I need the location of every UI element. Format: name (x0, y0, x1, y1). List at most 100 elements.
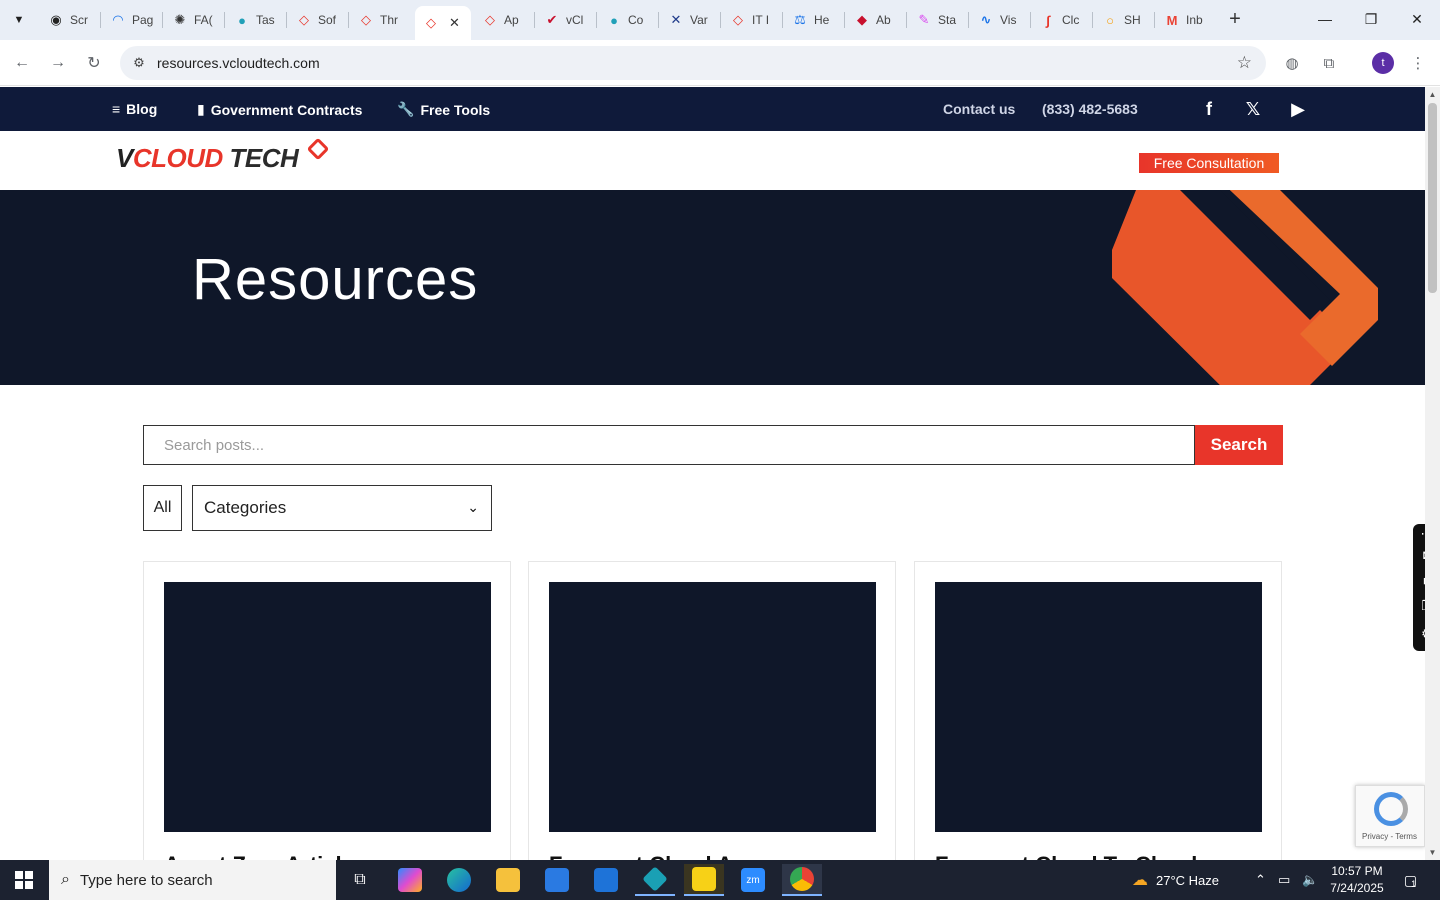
volume-icon[interactable]: 🔈 (1302, 860, 1318, 900)
post-thumbnail[interactable] (164, 582, 491, 832)
close-tab-icon[interactable]: ✕ (449, 15, 460, 31)
system-clock[interactable]: 10:57 PM 7/24/2025 (1325, 863, 1389, 897)
tab-label: Ap (504, 13, 519, 27)
tab-label: Var (690, 13, 708, 27)
page-scrollbar[interactable]: ▲ ▼ (1425, 87, 1440, 860)
restore-icon[interactable]: ❐ (1356, 8, 1386, 30)
copilot-icon[interactable] (390, 864, 430, 896)
post-card[interactable]: Agent Zero Artick... (143, 561, 511, 877)
store-icon[interactable] (537, 864, 577, 896)
tab-separator (1154, 12, 1155, 28)
post-card[interactable]: Frequent Cloud To Cloud... (914, 561, 1282, 877)
edge-icon[interactable] (439, 864, 479, 896)
browser-tab[interactable]: ✔ vCl (536, 6, 594, 34)
site-settings-icon[interactable]: ⚙ (130, 54, 148, 72)
back-icon[interactable]: ← (10, 51, 34, 75)
browser-tab[interactable]: ◇ Thr (350, 6, 408, 34)
scroll-up-icon[interactable]: ▲ (1428, 89, 1437, 99)
free-consultation-button[interactable]: Free Consultation (1139, 153, 1279, 173)
task-view-icon[interactable]: ⧉ (340, 864, 380, 896)
tray-chevron-up-icon[interactable]: ⌃ (1255, 860, 1266, 900)
browser-tab[interactable]: ◠ Pag (102, 6, 160, 34)
recaptcha-privacy-terms[interactable]: Privacy - Terms (1362, 832, 1417, 841)
notification-center-icon[interactable]: ▢ 1 (1398, 868, 1422, 892)
browser-tab[interactable]: ◉ Scr (40, 6, 98, 34)
close-window-icon[interactable]: ✕ (1402, 8, 1432, 30)
nav-free-tools-link[interactable]: 🔧 Free Tools (397, 101, 490, 118)
tab-label: Clc (1062, 13, 1080, 27)
zoom-icon[interactable]: zm (733, 864, 773, 896)
new-tab-button[interactable]: + (1224, 8, 1246, 30)
weather-text: 27°C Haze (1156, 872, 1220, 888)
mail-icon[interactable] (586, 864, 626, 896)
x-twitter-icon[interactable]: 𝕏 (1240, 96, 1266, 122)
nav-blog-link[interactable]: ≡ Blog (112, 101, 157, 117)
sticky-notes-icon[interactable] (684, 864, 724, 896)
contact-us-link[interactable]: Contact us (943, 101, 1015, 117)
extensions-icon[interactable]: ⧉ (1317, 51, 1341, 75)
categories-select[interactable]: Categories ⌄ (192, 485, 492, 531)
windows-start-icon[interactable] (0, 860, 48, 900)
browser-tab[interactable]: ✕ Var (660, 6, 718, 34)
browser-tab[interactable]: ● Co (598, 6, 656, 34)
windows-taskbar: ⌕ Type here to search ⧉ zm ☁ 27°C Haze ⌃… (0, 860, 1440, 900)
recaptcha-icon (1374, 792, 1408, 826)
tab-search-chevron-icon[interactable]: ▼ (6, 8, 32, 32)
search-button[interactable]: Search (1195, 425, 1283, 465)
browser-tab[interactable]: ✺ FA( (164, 6, 222, 34)
post-thumbnail[interactable] (935, 582, 1262, 832)
taskbar-search-box[interactable]: ⌕ Type here to search (49, 860, 336, 900)
nav-gov-label: Government Contracts (210, 101, 363, 118)
post-card[interactable]: Frequent Cloud Acce... (528, 561, 896, 877)
tab-favicon-icon: ○ (1106, 12, 1114, 28)
url-text[interactable]: resources.vcloudtech.com (157, 55, 320, 71)
filter-all-button[interactable]: All (143, 485, 182, 531)
profile-avatar[interactable]: t (1372, 52, 1394, 74)
recaptcha-badge[interactable]: Privacy - Terms (1355, 785, 1425, 847)
browser-tab[interactable]: ∿ Vis (970, 6, 1028, 34)
browser-tab[interactable]: ◇ Ap (474, 6, 532, 34)
site-logo[interactable]: VCLOUD TECH (116, 143, 299, 174)
scrollbar-thumb[interactable] (1428, 103, 1437, 293)
browser-tab[interactable]: ◇ Sof (288, 6, 346, 34)
browser-tab[interactable]: ◇ ✕ (415, 6, 471, 40)
nav-gov-contracts-link[interactable]: ▮ Government Contracts (197, 101, 362, 118)
minimize-icon[interactable]: — (1310, 8, 1340, 30)
browser-tab[interactable]: ∫ Clc (1032, 6, 1090, 34)
file-explorer-icon[interactable] (488, 864, 528, 896)
tab-favicon-icon: ◇ (733, 12, 743, 27)
app-diamond-icon[interactable] (635, 864, 675, 896)
bookmark-star-icon[interactable]: ☆ (1237, 53, 1252, 73)
hero-chevron-decoration (1112, 190, 1378, 385)
tab-favicon-icon: ◇ (485, 12, 495, 27)
tab-favicon-icon: ◆ (857, 12, 867, 27)
facebook-icon[interactable]: f (1196, 96, 1222, 122)
tab-separator (162, 12, 163, 28)
search-posts-input[interactable] (143, 425, 1195, 465)
tab-favicon-icon: ✕ (670, 12, 682, 27)
tab-label: Co (628, 13, 644, 27)
browser-tab[interactable]: ◇ IT I (722, 6, 780, 34)
browser-tab[interactable]: ◆ Ab (846, 6, 904, 34)
scroll-down-icon[interactable]: ▼ (1428, 847, 1437, 857)
post-thumbnail[interactable] (549, 582, 876, 832)
browser-tab[interactable]: ⚖ He (784, 6, 842, 34)
tab-separator (1092, 12, 1093, 28)
browser-tab[interactable]: ✎ Sta (908, 6, 966, 34)
nav-blog-label: Blog (126, 101, 158, 117)
forward-icon[interactable]: → (46, 51, 70, 75)
chrome-icon[interactable] (782, 864, 822, 896)
tab-separator (596, 12, 597, 28)
weather-widget[interactable]: ☁ 27°C Haze (1132, 860, 1219, 900)
browser-tab[interactable]: ○ SH (1094, 6, 1152, 34)
address-bar[interactable]: ⚙ resources.vcloudtech.com ☆ (120, 46, 1266, 80)
phone-link[interactable]: (833) 482-5683 (1042, 101, 1138, 117)
tab-label: vCl (566, 13, 584, 27)
browser-tab[interactable]: M Inb (1156, 6, 1214, 34)
translate-icon[interactable]: ◍ (1280, 51, 1304, 75)
browser-tab[interactable]: ● Tas (226, 6, 284, 34)
youtube-icon[interactable]: ▶ (1285, 96, 1311, 122)
network-icon[interactable]: ▭ (1278, 860, 1290, 900)
browser-menu-icon[interactable]: ⋮ (1406, 51, 1430, 75)
reload-icon[interactable]: ↻ (82, 51, 106, 75)
